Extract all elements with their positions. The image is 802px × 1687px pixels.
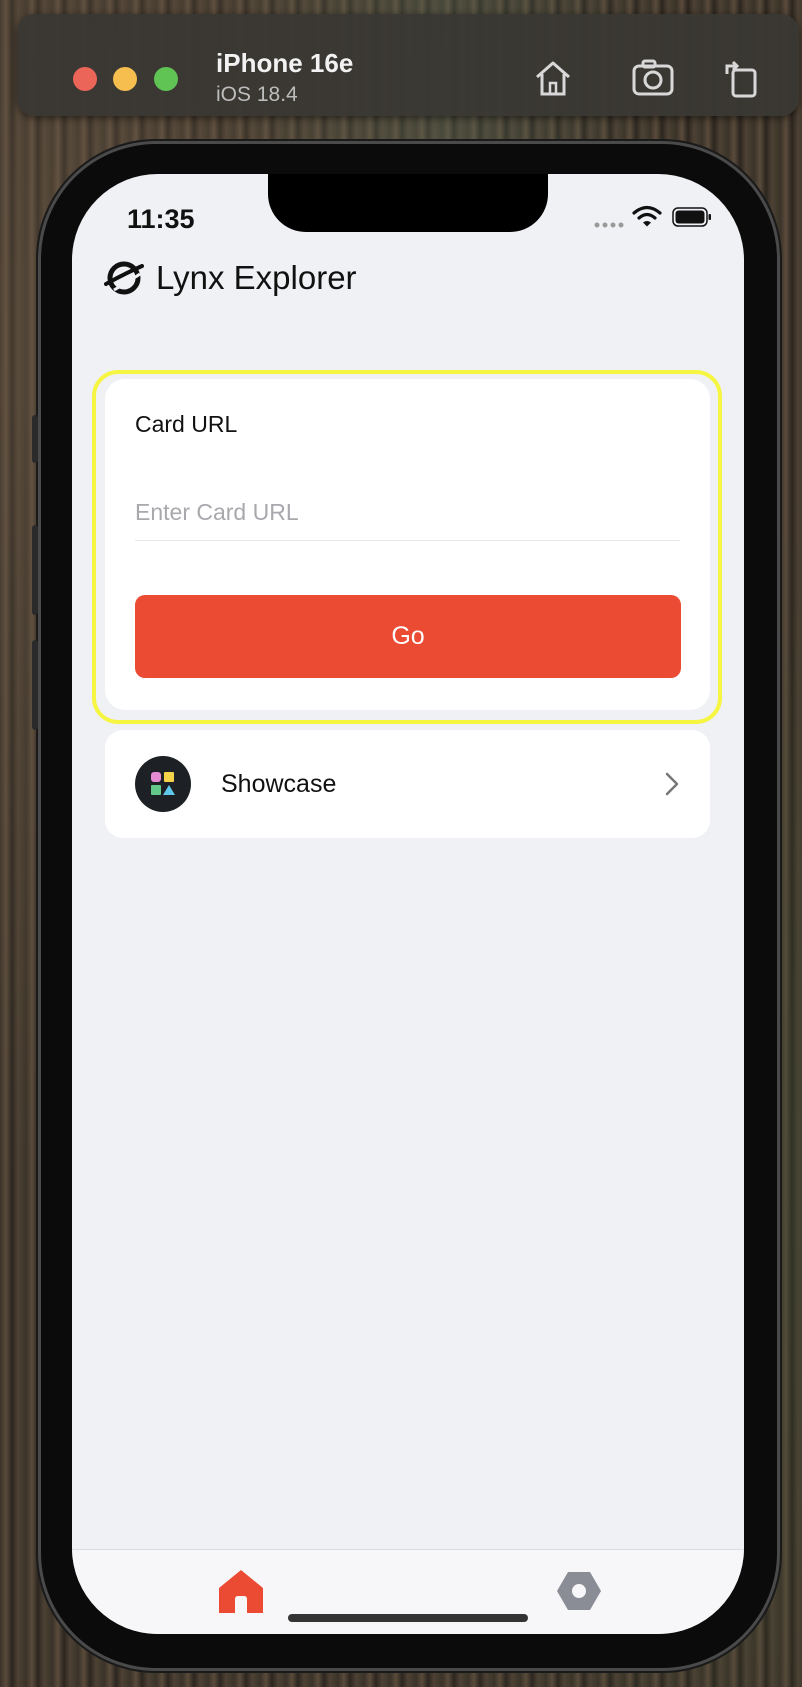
notch bbox=[268, 174, 548, 232]
chevron-right-icon bbox=[665, 772, 679, 796]
card-url-input[interactable] bbox=[135, 484, 680, 541]
home-icon[interactable] bbox=[216, 1566, 266, 1616]
battery-icon bbox=[672, 207, 711, 227]
minimize-window-button[interactable] bbox=[113, 67, 137, 91]
signal-icon bbox=[594, 222, 624, 228]
wifi-icon bbox=[632, 205, 662, 227]
app-title: Lynx Explorer bbox=[156, 259, 357, 296]
action-button bbox=[32, 415, 38, 463]
rotate-icon[interactable] bbox=[721, 56, 765, 100]
app-header: Lynx Explorer bbox=[104, 258, 357, 298]
zoom-window-button[interactable] bbox=[154, 67, 178, 91]
lynx-logo-icon bbox=[104, 261, 144, 295]
volume-down-button bbox=[32, 640, 38, 730]
shapes-icon bbox=[135, 756, 191, 812]
card-url-label: Card URL bbox=[135, 411, 238, 437]
settings-icon[interactable] bbox=[554, 1566, 604, 1616]
app-screen: 11:35 Lynx Explorer Card URL Go bbox=[72, 174, 744, 1634]
showcase-list-item[interactable]: Showcase bbox=[105, 730, 710, 838]
status-time: 11:35 bbox=[127, 204, 195, 234]
showcase-label: Showcase bbox=[221, 770, 337, 798]
home-icon[interactable] bbox=[531, 56, 575, 100]
card-url-panel: Card URL Go bbox=[105, 379, 710, 710]
home-indicator bbox=[288, 1614, 528, 1622]
go-button[interactable]: Go bbox=[135, 595, 681, 678]
simulator-toolbar: iPhone 16e iOS 18.4 bbox=[17, 14, 799, 116]
close-window-button[interactable] bbox=[73, 67, 97, 91]
device-os-version: iOS 18.4 bbox=[216, 83, 298, 106]
device-name: iPhone 16e bbox=[216, 48, 354, 78]
screenshot-icon[interactable] bbox=[631, 56, 675, 100]
volume-up-button bbox=[32, 525, 38, 615]
